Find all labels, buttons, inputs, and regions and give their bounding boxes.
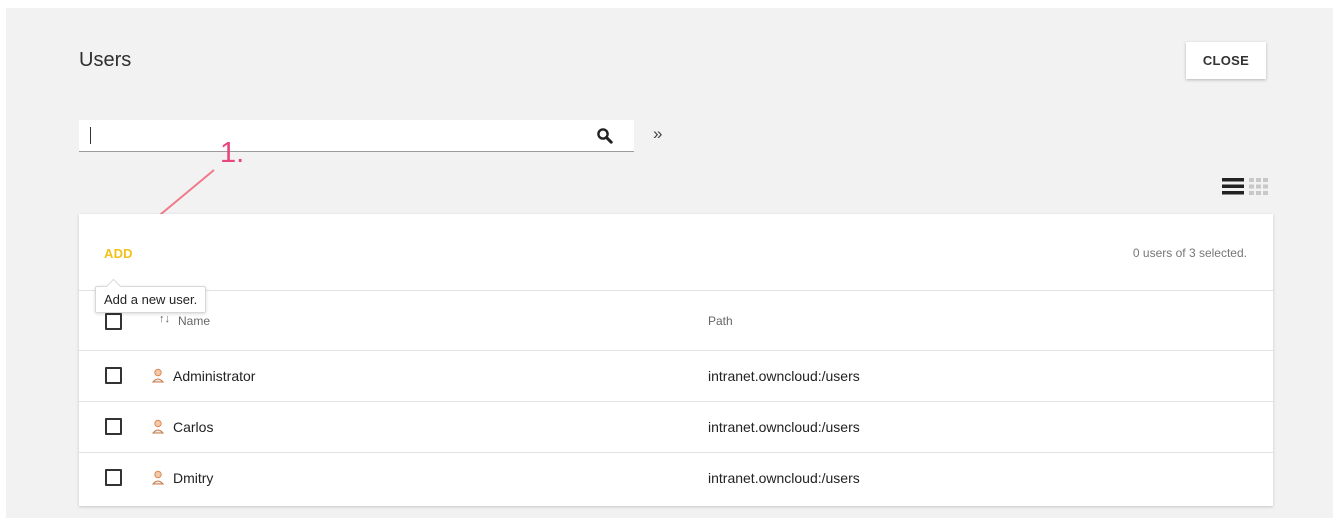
text-caret [90,127,91,144]
row-name[interactable]: Administrator [173,368,255,384]
row-path: intranet.owncloud:/users [708,368,860,384]
grid-view-icon[interactable] [1249,177,1271,196]
select-all-checkbox[interactable] [105,313,122,330]
search-input[interactable] [79,120,599,151]
row-checkbox[interactable] [105,469,122,486]
user-icon [151,419,165,434]
row-path: intranet.owncloud:/users [708,470,860,486]
double-chevron-right-icon[interactable]: » [653,124,662,144]
add-user-button[interactable]: ADD [104,246,133,261]
selection-status: 0 users of 3 selected. [1132,246,1247,260]
search-field[interactable] [79,120,634,152]
divider [79,452,1273,453]
divider [79,290,1273,291]
list-view-icon[interactable] [1222,177,1244,196]
add-user-tooltip: Add a new user. [95,286,207,313]
sort-icon[interactable]: ↑↓ [159,313,170,325]
users-table-card: ADD 0 users of 3 selected. ↑↓ Name Path … [79,214,1273,506]
row-checkbox[interactable] [105,418,122,435]
row-path: intranet.owncloud:/users [708,419,860,435]
row-name[interactable]: Dmitry [173,470,213,486]
search-icon[interactable] [596,127,614,145]
row-name[interactable]: Carlos [173,419,213,435]
column-header-path[interactable]: Path [708,314,733,328]
divider [79,350,1273,351]
column-header-name[interactable]: Name [178,314,210,328]
close-button[interactable]: CLOSE [1186,42,1266,79]
user-icon [151,368,165,383]
page-title: Users [79,49,132,71]
divider [79,401,1273,402]
annotation-step-number: 1. [220,137,245,169]
row-checkbox[interactable] [105,367,122,384]
user-icon [151,470,165,485]
